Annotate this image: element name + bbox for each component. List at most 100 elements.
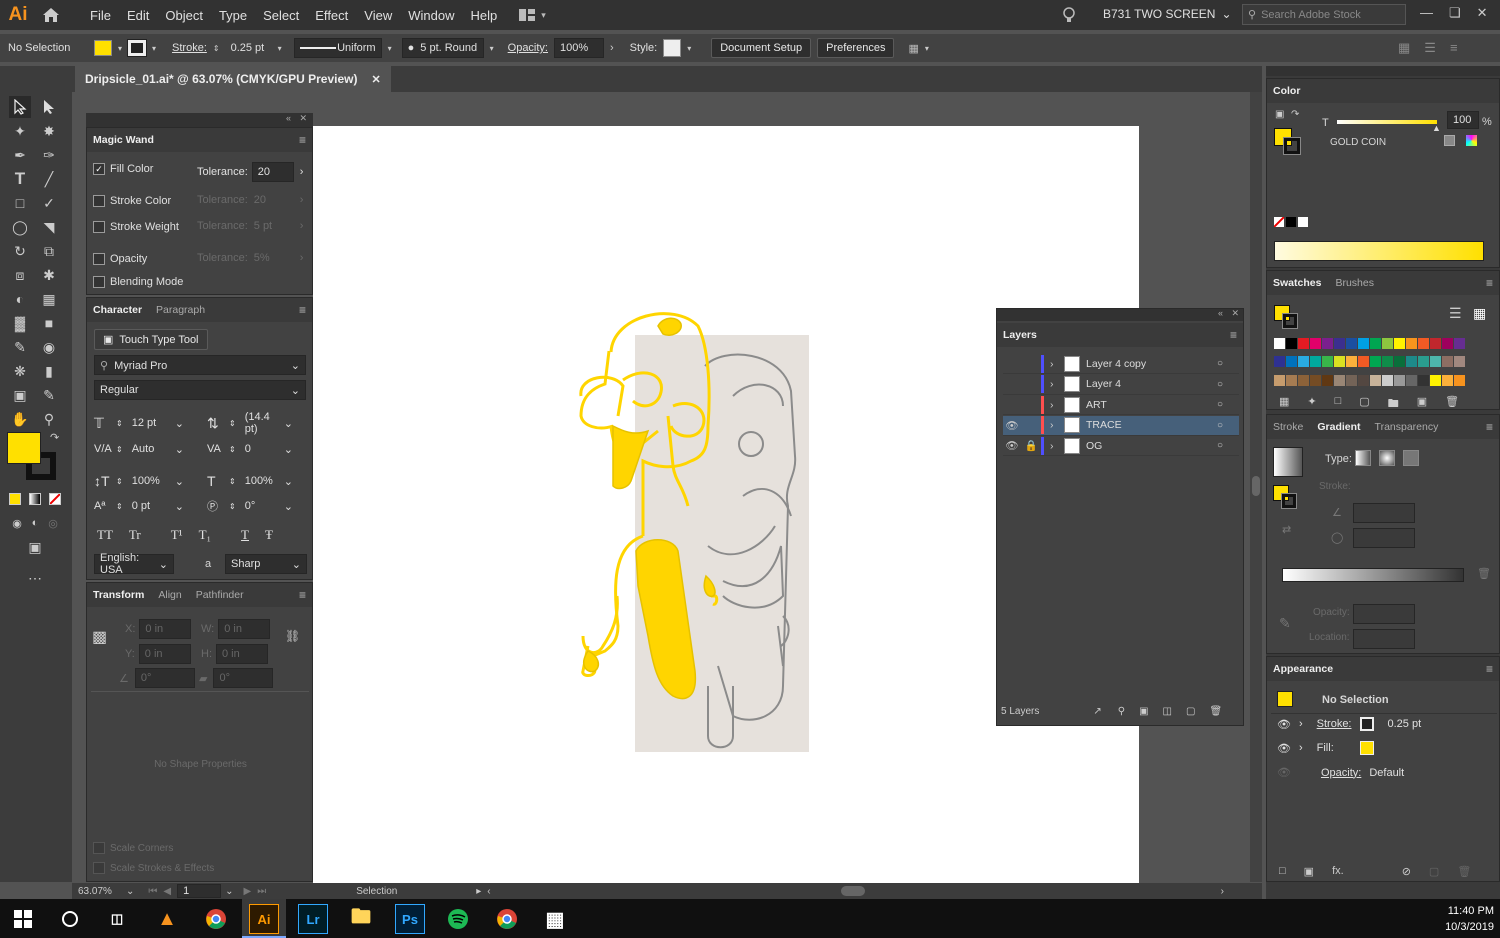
- rectangle-tool-icon[interactable]: □: [9, 192, 31, 214]
- blend-tool-icon[interactable]: ◉: [38, 336, 60, 358]
- eye-icon[interactable]: 👁: [1277, 766, 1291, 779]
- swatch-chip[interactable]: [1298, 338, 1309, 349]
- swatch-chip[interactable]: [1442, 338, 1453, 349]
- draw-inside-icon[interactable]: ◎: [42, 512, 64, 534]
- stock-search-input[interactable]: ⚲ Search Adobe Stock: [1242, 4, 1406, 25]
- grid-view-icon[interactable]: ▦: [1473, 305, 1486, 322]
- none-mode-icon[interactable]: [49, 493, 61, 505]
- gradient-slider[interactable]: [1282, 568, 1464, 582]
- stroke-label[interactable]: Stroke:: [1317, 718, 1352, 730]
- black-color-icon[interactable]: [1286, 217, 1296, 227]
- swatch-chip[interactable]: [1370, 374, 1381, 386]
- tab-swatches[interactable]: Swatches: [1273, 277, 1321, 289]
- selection-tool-icon[interactable]: [9, 96, 31, 118]
- workspace-switcher[interactable]: B731 TWO SCREEN ⌄: [1103, 7, 1232, 21]
- swatch-chip[interactable]: [1358, 338, 1369, 349]
- all-caps-button[interactable]: TT: [97, 527, 113, 543]
- type-tool-icon[interactable]: T: [9, 168, 31, 190]
- stepper-icon[interactable]: ⇕: [116, 419, 123, 428]
- target-circle-icon[interactable]: ○: [1217, 399, 1239, 410]
- eye-icon[interactable]: 👁: [1003, 439, 1021, 452]
- tab-brushes[interactable]: Brushes: [1335, 277, 1374, 289]
- lightroom-icon[interactable]: Lr: [298, 904, 328, 934]
- curvature-tool-icon[interactable]: ✑: [38, 144, 60, 166]
- chevron-right-icon[interactable]: ›: [1050, 358, 1064, 370]
- panel-menu-icon[interactable]: ≡: [299, 588, 306, 602]
- layer-name[interactable]: TRACE: [1086, 419, 1217, 431]
- collapse-icon[interactable]: «: [1218, 308, 1223, 318]
- preferences-button[interactable]: Preferences: [817, 38, 895, 58]
- chevron-down-icon[interactable]: ▾: [152, 44, 156, 53]
- chevron-down-icon[interactable]: ⌄: [284, 475, 293, 488]
- chevron-down-icon[interactable]: ⌄: [175, 417, 184, 430]
- swatch-chip[interactable]: [1406, 338, 1417, 349]
- tab-transparency[interactable]: Transparency: [1375, 421, 1439, 433]
- gradient-tool-icon[interactable]: ■: [38, 312, 60, 334]
- opacity-checkbox[interactable]: [93, 253, 105, 265]
- chevron-right-icon[interactable]: ›: [1050, 419, 1064, 431]
- layer-row[interactable]: 👁 › TRACE ○: [1003, 415, 1239, 436]
- menu-view[interactable]: View: [356, 8, 400, 23]
- trash-icon[interactable]: 🗑: [1457, 865, 1471, 878]
- rotate-tool-icon[interactable]: ↻: [9, 240, 31, 262]
- chevron-right-icon[interactable]: ▸: [476, 886, 481, 897]
- swatch-chip[interactable]: [1406, 374, 1417, 386]
- radial-gradient-button[interactable]: [1379, 450, 1395, 466]
- width-tool-icon[interactable]: ⧈: [9, 264, 31, 286]
- close-icon[interactable]: ✕: [299, 113, 307, 124]
- swatch-chip[interactable]: [1406, 356, 1417, 368]
- gradient-stroke-icon[interactable]: [1281, 493, 1297, 509]
- tab-transform[interactable]: Transform: [93, 589, 144, 601]
- layers-title[interactable]: Layers: [1003, 329, 1037, 341]
- chevron-down-icon[interactable]: ⌄: [284, 417, 293, 430]
- none-color-icon[interactable]: [1273, 216, 1285, 228]
- chevron-down-icon[interactable]: ▾: [687, 44, 691, 53]
- panel-menu-icon[interactable]: ≡: [1450, 40, 1458, 56]
- out-of-gamut-icon[interactable]: [1444, 135, 1455, 146]
- tint-field[interactable]: 100: [1447, 111, 1479, 129]
- stroke-weight-checkbox[interactable]: [93, 221, 105, 233]
- layer-name[interactable]: ART: [1086, 399, 1217, 411]
- symbol-sprayer-tool-icon[interactable]: ❋: [9, 360, 31, 382]
- white-color-icon[interactable]: [1298, 217, 1308, 227]
- fx-icon[interactable]: fx.: [1332, 865, 1344, 878]
- swatch-chip[interactable]: [1382, 374, 1393, 386]
- chevron-down-icon[interactable]: ▾: [388, 44, 392, 53]
- fill-color-checkbox[interactable]: ✓: [93, 163, 105, 175]
- target-circle-icon[interactable]: ○: [1217, 420, 1239, 431]
- system-clock[interactable]: 11:40 PM 10/3/2019: [1430, 903, 1494, 935]
- chevron-down-icon[interactable]: ⌄: [225, 886, 233, 897]
- close-button[interactable]: ✕: [1477, 5, 1488, 21]
- document-setup-button[interactable]: Document Setup: [711, 38, 812, 58]
- opacity-label[interactable]: Opacity:: [1321, 767, 1361, 779]
- swatch-stroke-icon[interactable]: [1282, 313, 1298, 329]
- minimize-button[interactable]: —: [1420, 5, 1433, 21]
- swatch-chip[interactable]: [1334, 356, 1345, 368]
- appearance-stroke-swatch[interactable]: [1359, 717, 1374, 731]
- swap-colors-icon[interactable]: ↷: [50, 431, 59, 444]
- first-artboard-icon[interactable]: ⏮: [148, 886, 157, 897]
- gradient-preview[interactable]: [1273, 447, 1303, 477]
- swatch-chip[interactable]: [1430, 374, 1441, 386]
- swatch-chip[interactable]: [1286, 374, 1297, 386]
- panel-menu-icon[interactable]: ≡: [1230, 328, 1237, 342]
- swatch-chip[interactable]: [1454, 374, 1465, 386]
- swatch-chip[interactable]: [1346, 356, 1357, 368]
- chrome-icon[interactable]: [201, 904, 231, 934]
- tint-slider[interactable]: [1337, 120, 1437, 124]
- swatch-chip[interactable]: [1370, 338, 1381, 349]
- chevron-right-icon[interactable]: ›: [1299, 718, 1303, 730]
- layer-name[interactable]: Layer 4 copy: [1086, 358, 1217, 370]
- direct-selection-tool-icon[interactable]: [38, 96, 60, 118]
- tab-character[interactable]: Character: [93, 304, 142, 316]
- panel-menu-icon[interactable]: ≡: [299, 303, 306, 317]
- color-stroke-icon[interactable]: [1283, 137, 1301, 155]
- layer-name[interactable]: OG: [1086, 440, 1217, 452]
- kerning-field[interactable]: Auto: [126, 439, 175, 459]
- target-circle-icon[interactable]: ○: [1217, 440, 1239, 451]
- stepper-icon[interactable]: ⇕: [229, 419, 236, 428]
- chevron-down-icon[interactable]: ⌄: [284, 443, 293, 456]
- strikethrough-button[interactable]: Ŧ: [265, 527, 273, 543]
- stroke-swatch[interactable]: [127, 39, 148, 57]
- gradient-mode-icon[interactable]: [29, 493, 41, 505]
